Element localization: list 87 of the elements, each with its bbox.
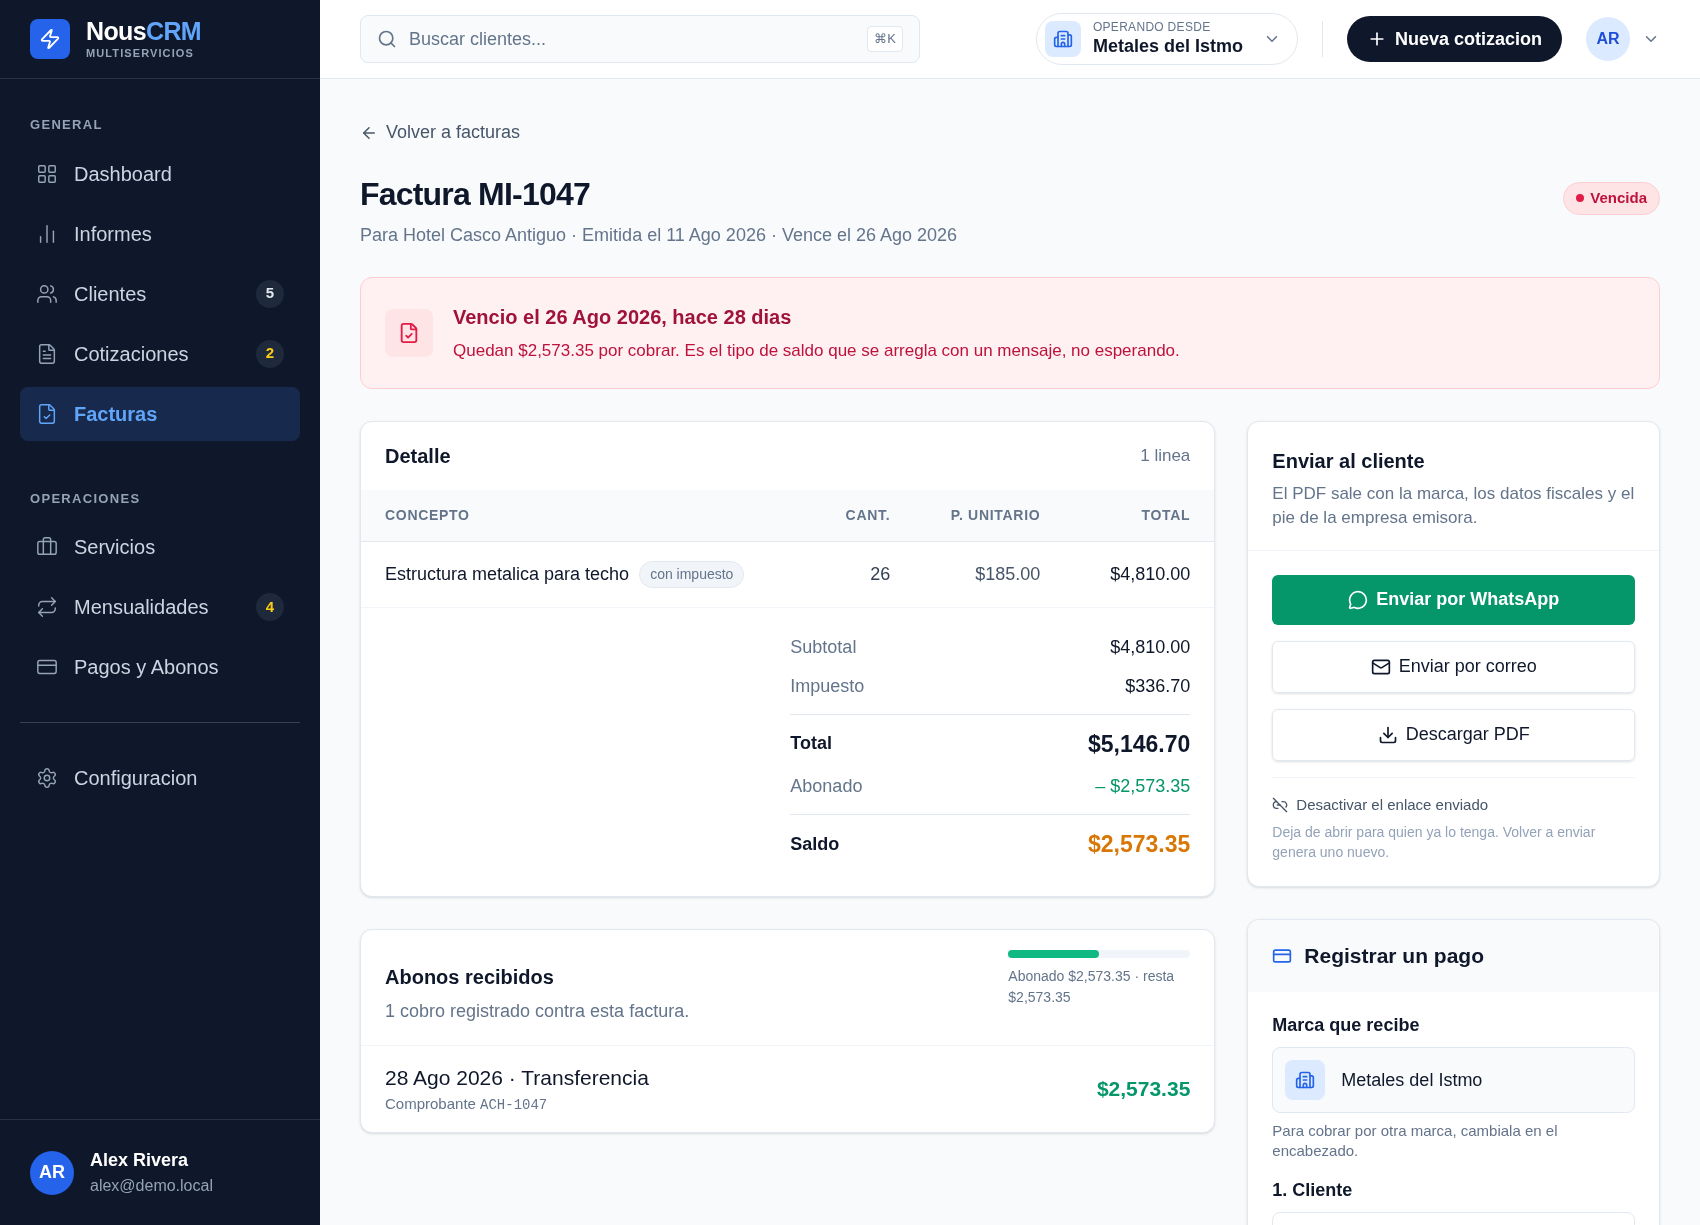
summary-label: Impuesto: [790, 674, 865, 698]
count-badge: 2: [256, 339, 284, 368]
summary-value: $2,573.35: [1088, 830, 1191, 859]
whatsapp-button[interactable]: Enviar por WhatsApp: [1272, 574, 1635, 625]
status-badge: Vencida: [1563, 182, 1660, 215]
search-field[interactable]: Buscar clientes... ⌘K: [360, 15, 920, 63]
payment-receipt: Comprobante ACH-1047: [385, 1094, 549, 1115]
summary-value: $4,810.00: [1110, 635, 1191, 659]
logo-icon: [30, 19, 70, 59]
column-header: P. UNITARIO: [949, 505, 1041, 525]
nav-icon: [36, 162, 58, 185]
page-title: Factura MI-1047: [360, 175, 591, 214]
field-label: 1. Cliente: [1272, 1179, 1354, 1202]
summary-value: $5,146.70: [1088, 729, 1191, 759]
building-icon: [1285, 1060, 1326, 1100]
card-title: Detalle: [385, 443, 451, 469]
sidebar-item[interactable]: Informes: [20, 206, 300, 261]
count-badge: 4: [256, 593, 284, 621]
section-label: OPERACIONES: [29, 489, 142, 508]
field-label: Marca que recibe: [1272, 1014, 1421, 1037]
sidebar-item[interactable]: Configuracion: [20, 751, 300, 805]
nav-icon: [36, 596, 58, 618]
user-avatar[interactable]: AR: [1586, 17, 1630, 61]
download-pdf-button[interactable]: Descargar PDF: [1272, 708, 1635, 761]
sidebar-item[interactable]: Cotizaciones 2: [20, 326, 300, 381]
brand-name: NousCRM: [86, 16, 202, 45]
quantity-cell-text: 26: [869, 562, 891, 586]
sidebar-item[interactable]: Clientes 5: [20, 266, 300, 321]
sidebar-item[interactable]: Facturas: [20, 386, 300, 441]
chat-bubble-icon: [1348, 589, 1369, 610]
card-icon: [1272, 946, 1293, 966]
nav-icon: [36, 767, 58, 789]
search-input[interactable]: Buscar clientes...: [409, 25, 856, 53]
total-cell-text: $4,810.00: [1109, 562, 1191, 586]
nav-icon: [36, 342, 58, 365]
card-subtitle: 1 cobro registrado contra esta factura.: [385, 999, 690, 1023]
operating-value: Metales del Istmo: [1092, 35, 1243, 58]
brand-subtitle: MULTISERVICIOS: [86, 45, 195, 61]
card-subtitle: El PDF sale con la marca, los datos fiscales y el pie de la empresa emisora.: [1272, 482, 1635, 529]
column-header: CONCEPTO: [385, 505, 471, 525]
line-count: 1 linea: [1140, 444, 1191, 467]
unit-price-cell-text: $185.00: [974, 562, 1041, 586]
back-link[interactable]: Volver a facturas: [360, 119, 521, 146]
tax-tag: con impuesto: [639, 560, 745, 588]
nav-icon: [36, 402, 58, 425]
alert-text: Quedan $2,573.35 por cobrar. Es el tipo de saldo que se arregla con un mensaje, no esperando.: [453, 340, 1180, 362]
sidebar-item[interactable]: Servicios: [20, 520, 300, 574]
shortcut-hint: ⌘K: [867, 26, 903, 52]
card-title: Abonos recibidos: [385, 964, 555, 990]
email-button[interactable]: Enviar por correo: [1272, 640, 1635, 693]
summary-value: $336.70: [1125, 674, 1191, 698]
operating-label: OPERANDO DESDE: [1092, 20, 1212, 36]
page-subtitle: Para Hotel Casco Antiguo · Emitida el 11 Ago 2026 · Vence el 26 Ago 2026: [360, 224, 958, 247]
section-label: GENERAL: [29, 116, 104, 134]
card-title: Registrar un pago: [1304, 943, 1485, 970]
download-icon: [1377, 724, 1398, 745]
broken-link-icon: [1272, 796, 1289, 813]
alert-title: Vencio el 26 Ago 2026, hace 28 dias: [453, 305, 793, 330]
summary-value: – $2,573.35: [1095, 775, 1191, 798]
summary-label: Abonado: [790, 775, 863, 798]
disable-link-hint: Deja de abrir para quien ya lo tenga. Volver a enviar genera uno nuevo.: [1272, 823, 1597, 862]
nav-icon: [36, 536, 58, 558]
search-icon: [377, 29, 397, 49]
concept-cell-text: Estructura metalica para techo: [385, 562, 630, 586]
building-icon: [1044, 21, 1081, 57]
payment-title: 28 Ago 2026 · Transferencia: [385, 1064, 649, 1091]
nav-icon: [36, 282, 58, 305]
summary-label: Saldo: [790, 832, 840, 856]
card-title: Enviar al cliente: [1272, 448, 1426, 474]
column-header: TOTAL: [1140, 505, 1191, 525]
progress-text: Abonado $2,573.35 · resta $2,573.35: [1008, 966, 1176, 1007]
sidebar-item[interactable]: Mensualidades 4: [20, 580, 300, 634]
field-hint: Para cobrar por otra marca, cambiala en el encabezado.: [1272, 1121, 1559, 1161]
user-name: Alex Rivera: [90, 1149, 190, 1172]
document-icon: [385, 308, 433, 357]
new-quote-button[interactable]: Nueva cotizacion: [1346, 16, 1562, 62]
receiving-brand-field[interactable]: Metales del Istmo: [1272, 1047, 1635, 1113]
column-header: CANT.: [844, 505, 891, 525]
count-badge: 5: [256, 279, 284, 308]
summary-label: Total: [790, 732, 832, 756]
summary-label: Subtotal: [790, 635, 857, 659]
sidebar-item[interactable]: Pagos y Abonos: [20, 640, 300, 694]
payment-amount: $2,573.35: [1096, 1076, 1191, 1102]
disable-link-button[interactable]: Desactivar el enlace enviado: [1272, 793, 1635, 816]
user-avatar: AR: [30, 1150, 74, 1195]
user-email: alex@demo.local: [90, 1176, 213, 1196]
sidebar-item[interactable]: Dashboard: [20, 146, 300, 201]
